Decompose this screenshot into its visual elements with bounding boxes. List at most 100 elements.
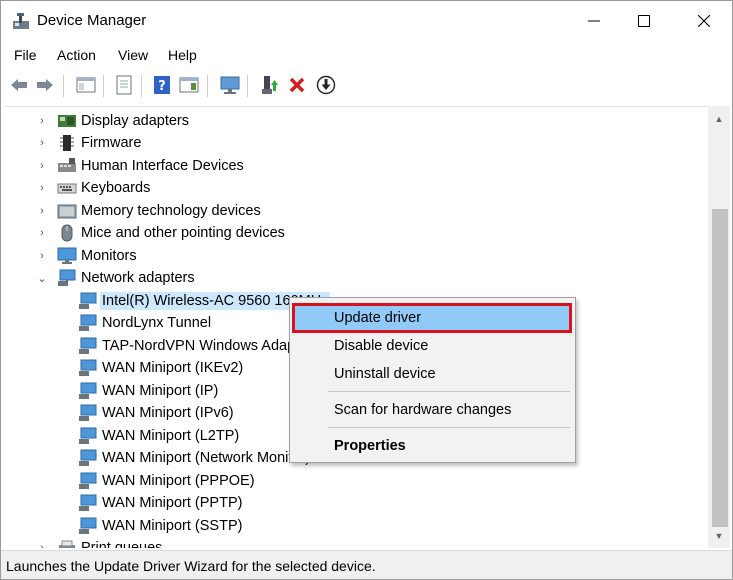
help-icon: ?: [154, 76, 170, 94]
menu-bar: File Action View Help: [1, 43, 732, 69]
chevron-right-icon[interactable]: ›: [35, 205, 49, 217]
tree-item-print-queues[interactable]: › Print queues: [35, 537, 162, 548]
show-hide-console-tree-button[interactable]: [75, 74, 97, 96]
tree-item-label: Keyboards: [81, 180, 151, 196]
toolbar-separator: [141, 75, 142, 97]
tree-item-firmware[interactable]: › Firmware: [35, 132, 141, 154]
scroll-down-arrow-icon[interactable]: ▼: [708, 527, 730, 544]
forward-arrow-icon: [37, 79, 53, 91]
minimize-button[interactable]: [571, 1, 617, 41]
scrollbar-thumb[interactable]: [712, 209, 728, 527]
download-button[interactable]: [315, 74, 337, 96]
network-adapter-icon: [79, 314, 97, 331]
back-button[interactable]: [8, 74, 30, 96]
tree-item-label: Display adapters: [81, 113, 189, 129]
context-uninstall-device[interactable]: Uninstall device: [294, 361, 570, 387]
tree-item-mice[interactable]: › Mice and other pointing devices: [35, 222, 285, 244]
properties-button[interactable]: [113, 74, 135, 96]
device-wan-ikev2[interactable]: WAN Miniport (IKEv2): [78, 357, 243, 379]
context-disable-device[interactable]: Disable device: [294, 333, 570, 359]
menu-file[interactable]: File: [14, 47, 37, 63]
device-manager-icon: [13, 13, 29, 29]
display-adapter-icon: [58, 115, 76, 127]
network-adapter-icon: [79, 449, 97, 466]
chevron-right-icon[interactable]: ›: [35, 160, 49, 172]
maximize-icon: [638, 15, 650, 27]
chevron-right-icon[interactable]: ›: [35, 137, 49, 149]
action-pane-button[interactable]: [178, 74, 200, 96]
keyboard-icon: [57, 183, 77, 194]
toolbar-separator: [103, 75, 104, 97]
tree-item-human-interface-devices[interactable]: › Human Interface Devices: [35, 155, 244, 177]
device-wan-pppoe[interactable]: WAN Miniport (PPPOE): [78, 470, 255, 492]
help-button[interactable]: ?: [151, 74, 173, 96]
tree-item-label: Human Interface Devices: [81, 158, 244, 174]
context-scan-hardware[interactable]: Scan for hardware changes: [294, 397, 570, 423]
back-arrow-icon: [11, 79, 27, 91]
chevron-down-icon[interactable]: ⌄: [35, 272, 49, 285]
mouse-icon: [61, 224, 73, 242]
chevron-right-icon[interactable]: ›: [35, 115, 49, 127]
scroll-up-arrow-icon[interactable]: ▲: [708, 110, 730, 127]
tree-item-label: Network adapters: [81, 270, 195, 286]
chevron-right-icon[interactable]: ›: [35, 542, 49, 548]
chevron-right-icon[interactable]: ›: [35, 250, 49, 262]
context-properties[interactable]: Properties: [294, 433, 570, 459]
network-adapter-icon: [79, 337, 97, 354]
device-wan-pptp[interactable]: WAN Miniport (PPTP): [78, 492, 242, 514]
forward-button[interactable]: [34, 74, 56, 96]
close-button[interactable]: [681, 1, 727, 41]
maximize-button[interactable]: [621, 1, 667, 41]
monitor-icon: [57, 247, 77, 264]
device-wan-sstp[interactable]: WAN Miniport (SSTP): [78, 515, 242, 537]
device-manager-window: Device Manager File Action View Help ? ›…: [0, 0, 733, 580]
context-menu: Update driver Disable device Uninstall d…: [289, 297, 576, 463]
tree-item-memory-technology-devices[interactable]: › Memory technology devices: [35, 200, 261, 222]
device-label: WAN Miniport (PPTP): [102, 495, 243, 511]
network-adapter-icon: [58, 269, 76, 286]
device-label: WAN Miniport (Network Monitor): [102, 450, 311, 466]
device-label: WAN Miniport (PPPOE): [102, 473, 255, 489]
window-title: Device Manager: [37, 12, 147, 29]
firmware-chip-icon: [60, 135, 74, 151]
device-wan-network-monitor[interactable]: WAN Miniport (Network Monitor): [78, 447, 310, 469]
printer-icon: [59, 540, 75, 548]
device-label: WAN Miniport (SSTP): [102, 518, 243, 534]
network-adapter-icon: [79, 404, 97, 421]
menu-view[interactable]: View: [118, 47, 148, 63]
device-wan-ipv6[interactable]: WAN Miniport (IPv6): [78, 402, 234, 424]
tree-item-label: Print queues: [81, 540, 163, 548]
title-bar: Device Manager: [1, 1, 732, 41]
menu-help[interactable]: Help: [168, 47, 197, 63]
chevron-right-icon[interactable]: ›: [35, 227, 49, 239]
device-wan-l2tp[interactable]: WAN Miniport (L2TP): [78, 425, 239, 447]
tree-item-label: Mice and other pointing devices: [81, 225, 285, 241]
tree-item-display-adapters[interactable]: › Display adapters: [35, 110, 189, 132]
device-wan-ip[interactable]: WAN Miniport (IP): [78, 380, 218, 402]
device-label: NordLynx Tunnel: [102, 315, 212, 331]
toolbar-separator: [247, 75, 248, 97]
scan-hardware-icon: [220, 76, 240, 94]
download-icon: [316, 75, 336, 95]
uninstall-button[interactable]: [286, 74, 308, 96]
uninstall-icon: [289, 77, 305, 93]
context-update-driver[interactable]: Update driver: [292, 303, 572, 333]
toolbar-separator: [207, 75, 208, 97]
device-label: WAN Miniport (IP): [102, 383, 219, 399]
device-label: WAN Miniport (L2TP): [102, 428, 240, 444]
tree-item-network-adapters[interactable]: ⌄ Network adapters: [35, 267, 195, 289]
network-adapter-icon: [79, 494, 97, 511]
tree-item-keyboards[interactable]: › Keyboards: [35, 177, 150, 199]
chevron-right-icon[interactable]: ›: [35, 182, 49, 194]
tree-item-monitors[interactable]: › Monitors: [35, 245, 137, 267]
tree-item-label: Monitors: [81, 248, 137, 264]
menu-action[interactable]: Action: [57, 47, 96, 63]
tree-item-label: Memory technology devices: [81, 203, 261, 219]
minimize-icon: [588, 20, 600, 22]
vertical-scrollbar[interactable]: ▲ ▼: [708, 106, 730, 548]
scan-hardware-button[interactable]: [219, 74, 241, 96]
update-driver-button[interactable]: [259, 74, 281, 96]
toolbar-separator: [63, 75, 64, 97]
network-adapter-icon: [79, 517, 97, 534]
device-nordlynx[interactable]: NordLynx Tunnel: [78, 312, 211, 334]
